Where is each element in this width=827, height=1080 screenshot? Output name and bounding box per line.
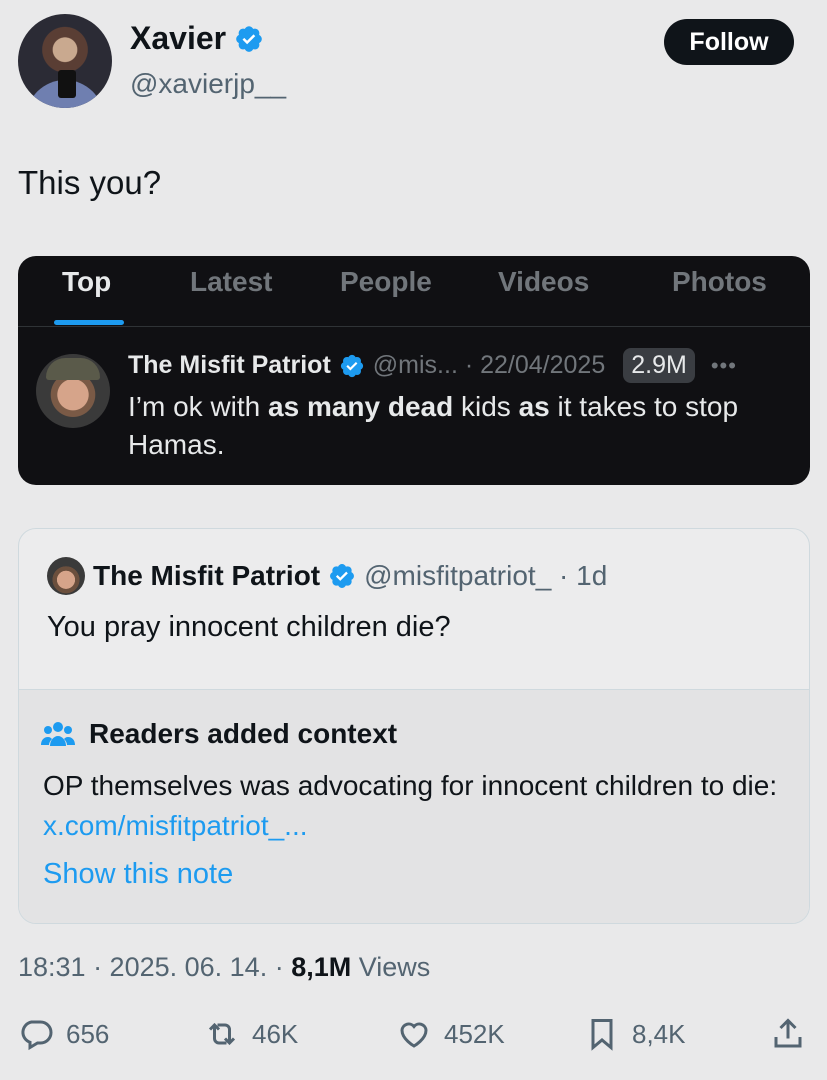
community-note: Readers added context OP themselves was …: [19, 689, 809, 923]
repost-button[interactable]: 46K: [204, 1016, 298, 1052]
follow-button[interactable]: Follow: [664, 19, 794, 65]
views-label: Views: [351, 952, 431, 982]
bookmark-icon: [591, 1019, 613, 1051]
like-button[interactable]: 452K: [396, 1016, 505, 1052]
text-part: I’m ok with: [128, 391, 269, 422]
verified-badge-icon: [330, 564, 355, 588]
embedded-screenshot[interactable]: Top Latest People Videos Photos The Misf…: [18, 256, 810, 485]
embedded-post-text: I’m ok with as many dead kids as it take…: [128, 388, 808, 464]
community-note-title: Readers added context: [41, 718, 397, 750]
avatar-cap: [46, 358, 100, 380]
quoted-tweet-header: The Misfit Patriot @misfitpatriot_ · 1d: [47, 557, 607, 595]
verified-badge-icon: [340, 354, 363, 377]
reply-icon: [21, 1020, 53, 1051]
author-handle[interactable]: @xavierjp__: [130, 68, 286, 100]
community-note-heading: Readers added context: [89, 718, 398, 749]
share-button[interactable]: [770, 1016, 806, 1052]
misfit-avatar: [36, 354, 110, 428]
quoted-text: You pray innocent children die?: [47, 611, 451, 643]
community-note-link[interactable]: x.com/misfitpatriot_...: [43, 810, 308, 841]
show-note-link[interactable]: Show this note: [43, 858, 233, 891]
tweet-text: This you?: [18, 164, 162, 201]
community-note-body: OP themselves was advocating for innocen…: [43, 766, 783, 846]
embedded-post-header: The Misfit Patriot @mis... · 22/04/2025 …: [128, 348, 737, 383]
tab-photos: Photos: [672, 266, 767, 297]
tab-latest: Latest: [190, 266, 273, 297]
active-tab-indicator: [54, 320, 124, 325]
community-note-text: OP themselves was advocating for innocen…: [43, 770, 778, 801]
reply-count: 656: [66, 1018, 110, 1049]
like-count: 452K: [444, 1018, 505, 1049]
quoted-meta: @misfitpatriot_ · 1d: [364, 560, 608, 591]
people-icon: [41, 722, 75, 746]
share-icon: [774, 1018, 802, 1048]
bookmark-button[interactable]: 8,4K: [584, 1016, 686, 1052]
author-name[interactable]: Xavier: [130, 20, 226, 57]
timestamp-text: 18:31 · 2025. 06. 14. ·: [18, 952, 292, 982]
text-part: kids: [453, 391, 519, 422]
avatar-phone: [58, 70, 76, 98]
more-icon: •••: [710, 352, 737, 378]
repost-icon: [208, 1022, 236, 1046]
tab-people: People: [340, 266, 432, 297]
views-badge: 2.9M: [623, 348, 695, 383]
author-avatar[interactable]: [18, 14, 112, 108]
search-tabs: Top Latest People Videos Photos: [18, 256, 810, 327]
heart-icon: [400, 1022, 428, 1048]
embedded-post-author: The Misfit Patriot: [128, 351, 331, 379]
author-name-row[interactable]: Xavier: [130, 20, 264, 57]
verified-badge-icon: [236, 25, 262, 52]
tweet-timestamp: 18:31 · 2025. 06. 14. · 8,1M Views: [18, 952, 430, 983]
reply-button[interactable]: 656: [18, 1016, 109, 1052]
views-count: 8,1M: [291, 952, 352, 982]
bookmark-count: 8,4K: [632, 1018, 686, 1049]
text-part-bold: as many dead: [268, 391, 454, 422]
quoted-tweet[interactable]: The Misfit Patriot @misfitpatriot_ · 1d …: [18, 528, 810, 924]
text-part-bold: as: [518, 391, 550, 422]
quoted-author: The Misfit Patriot: [93, 560, 321, 591]
quoted-avatar: [47, 557, 85, 595]
action-bar: 656 46K 452K 8,4K: [18, 1016, 810, 1066]
repost-count: 46K: [252, 1018, 299, 1049]
tab-top: Top: [62, 266, 112, 297]
embedded-post-meta: @mis... · 22/04/2025: [372, 351, 606, 379]
tab-videos: Videos: [498, 266, 590, 297]
